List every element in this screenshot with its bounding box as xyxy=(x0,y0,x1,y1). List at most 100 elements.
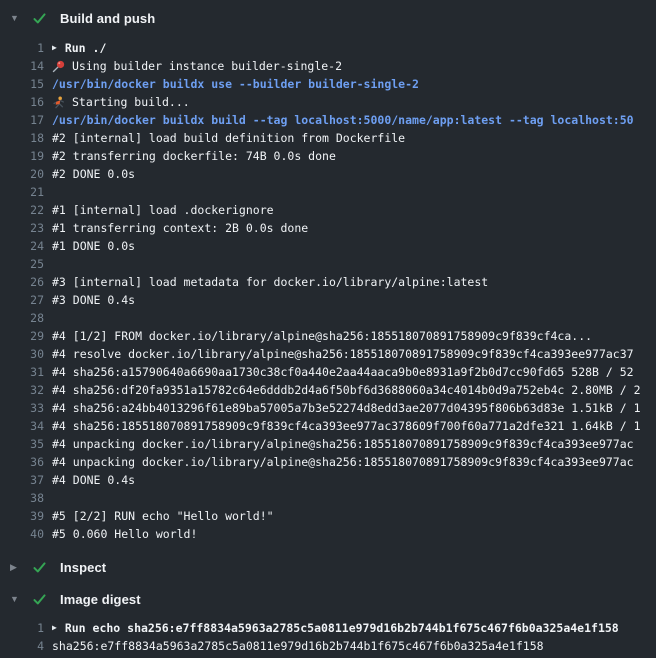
pushpin-icon xyxy=(52,60,65,73)
line-number[interactable]: 32 xyxy=(0,383,44,397)
line-number[interactable]: 1 xyxy=(0,41,44,55)
line-content: ▶ Run ./ xyxy=(52,39,106,57)
expander-triangle-icon[interactable]: ▶ xyxy=(52,624,57,632)
line-number[interactable]: 20 xyxy=(0,167,44,181)
log-line: 21 xyxy=(0,183,656,201)
line-content: sha256:e7ff8834a5963a2785c5a0811e979d16b… xyxy=(52,637,544,655)
log-line: 16 Starting build... xyxy=(0,93,656,111)
line-number[interactable]: 27 xyxy=(0,293,44,307)
section-header[interactable]: ▶ Inspect xyxy=(0,555,656,579)
line-text: #1 transferring context: 2B 0.0s done xyxy=(52,221,308,235)
log-line: 39 #5 [2/2] RUN echo "Hello world!" xyxy=(0,507,656,525)
line-number[interactable]: 18 xyxy=(0,131,44,145)
line-text: #4 sha256:a24bb4013296f61e89ba57005a7b3e… xyxy=(52,401,641,415)
line-number[interactable]: 16 xyxy=(0,95,44,109)
line-number[interactable]: 17 xyxy=(0,113,44,127)
line-content: #4 DONE 0.4s xyxy=(52,471,135,489)
actions-log-viewer: { "colors": { "background": "#24292f", "… xyxy=(0,0,656,658)
log-line: 18 #2 [internal] load build definition f… xyxy=(0,129,656,147)
line-content: #4 sha256:a24bb4013296f61e89ba57005a7b3e… xyxy=(52,399,641,417)
line-number[interactable]: 19 xyxy=(0,149,44,163)
log-line: 32 #4 sha256:df20fa9351a15782c64e6dddb2d… xyxy=(0,381,656,399)
log-group-line[interactable]: 1 ▶ Run echo sha256:e7ff8834a5963a2785c5… xyxy=(0,619,656,637)
line-text: #4 sha256:185518070891758909c9f839cf4ca3… xyxy=(52,419,641,433)
line-text: #4 sha256:a15790640a6690aa1730c38cf0a440… xyxy=(52,365,634,379)
line-text: #5 [2/2] RUN echo "Hello world!" xyxy=(52,509,274,523)
line-number[interactable]: 35 xyxy=(0,437,44,451)
log-section: ▼ Image digest 1 ▶ Run echo sha256:e7ff8… xyxy=(0,587,656,658)
line-number[interactable]: 36 xyxy=(0,455,44,469)
log-line: 31 #4 sha256:a15790640a6690aa1730c38cf0a… xyxy=(0,363,656,381)
line-number[interactable]: 15 xyxy=(0,77,44,91)
log-line: 33 #4 sha256:a24bb4013296f61e89ba57005a7… xyxy=(0,399,656,417)
chevron-down-icon[interactable]: ▼ xyxy=(10,595,32,604)
line-number[interactable]: 39 xyxy=(0,509,44,523)
line-content: #5 [2/2] RUN echo "Hello world!" xyxy=(52,507,274,525)
section-header[interactable]: ▼ Image digest xyxy=(0,587,656,611)
log-line: 4 sha256:e7ff8834a5963a2785c5a0811e979d1… xyxy=(0,637,656,655)
line-number[interactable]: 26 xyxy=(0,275,44,289)
runner-icon xyxy=(52,96,65,109)
chevron-right-icon[interactable]: ▶ xyxy=(10,563,32,572)
line-content: #3 DONE 0.4s xyxy=(52,291,135,309)
expander-triangle-icon[interactable]: ▶ xyxy=(52,44,57,52)
line-text: /usr/bin/docker buildx build --tag local… xyxy=(52,113,634,127)
chevron-down-icon[interactable]: ▼ xyxy=(10,14,32,23)
line-number[interactable]: 22 xyxy=(0,203,44,217)
line-number[interactable]: 30 xyxy=(0,347,44,361)
line-number[interactable]: 33 xyxy=(0,401,44,415)
section-log-lines: 1 ▶ Run echo sha256:e7ff8834a5963a2785c5… xyxy=(0,611,656,658)
line-text: #1 [internal] load .dockerignore xyxy=(52,203,274,217)
line-content: #4 sha256:185518070891758909c9f839cf4ca3… xyxy=(52,417,641,435)
line-text: /usr/bin/docker buildx use --builder bui… xyxy=(52,77,419,91)
line-number[interactable]: 23 xyxy=(0,221,44,235)
section-log-lines: 1 ▶ Run ./ 14 Using builder instance bui… xyxy=(0,30,656,549)
log-line: 30 #4 resolve docker.io/library/alpine@s… xyxy=(0,345,656,363)
line-number[interactable]: 29 xyxy=(0,329,44,343)
line-text: sha256:e7ff8834a5963a2785c5a0811e979d16b… xyxy=(52,639,544,653)
line-number[interactable]: 1 xyxy=(0,621,44,635)
log-line: 29 #4 [1/2] FROM docker.io/library/alpin… xyxy=(0,327,656,345)
line-content: /usr/bin/docker buildx build --tag local… xyxy=(52,111,634,129)
line-text: #3 [internal] load metadata for docker.i… xyxy=(52,275,488,289)
check-icon xyxy=(32,560,47,575)
section-title: Build and push xyxy=(60,11,155,26)
line-content: #1 transferring context: 2B 0.0s done xyxy=(52,219,308,237)
log-line: 27 #3 DONE 0.4s xyxy=(0,291,656,309)
line-content: #4 sha256:a15790640a6690aa1730c38cf0a440… xyxy=(52,363,634,381)
line-content: #1 [internal] load .dockerignore xyxy=(52,201,274,219)
line-number[interactable]: 38 xyxy=(0,491,44,505)
line-content: #3 [internal] load metadata for docker.i… xyxy=(52,273,488,291)
line-number[interactable]: 4 xyxy=(0,639,44,653)
line-number[interactable]: 25 xyxy=(0,257,44,271)
line-text: #2 DONE 0.0s xyxy=(52,167,135,181)
log-group-line[interactable]: 1 ▶ Run ./ xyxy=(0,39,656,57)
line-number[interactable]: 14 xyxy=(0,59,44,73)
line-number[interactable]: 40 xyxy=(0,527,44,541)
line-content: Starting build... xyxy=(52,93,190,111)
line-content: #4 unpacking docker.io/library/alpine@sh… xyxy=(52,435,634,453)
line-text: #4 DONE 0.4s xyxy=(52,473,135,487)
line-text: Run echo sha256:e7ff8834a5963a2785c5a081… xyxy=(65,621,619,635)
log-line: 20 #2 DONE 0.0s xyxy=(0,165,656,183)
line-text: Run ./ xyxy=(65,41,107,55)
line-content: #4 sha256:df20fa9351a15782c64e6dddb2d4a6… xyxy=(52,381,641,399)
line-content: #2 transferring dockerfile: 74B 0.0s don… xyxy=(52,147,336,165)
line-number[interactable]: 31 xyxy=(0,365,44,379)
line-content: #4 [1/2] FROM docker.io/library/alpine@s… xyxy=(52,327,592,345)
line-text: #2 [internal] load build definition from… xyxy=(52,131,405,145)
section-header[interactable]: ▼ Build and push xyxy=(0,6,656,30)
line-number[interactable]: 34 xyxy=(0,419,44,433)
line-content: ▶ Run echo sha256:e7ff8834a5963a2785c5a0… xyxy=(52,619,619,637)
line-content: #1 DONE 0.0s xyxy=(52,237,135,255)
line-number[interactable]: 24 xyxy=(0,239,44,253)
log-line: 15 /usr/bin/docker buildx use --builder … xyxy=(0,75,656,93)
line-number[interactable]: 28 xyxy=(0,311,44,325)
line-content: Using builder instance builder-single-2 xyxy=(52,57,342,75)
line-number[interactable]: 37 xyxy=(0,473,44,487)
line-text: #2 transferring dockerfile: 74B 0.0s don… xyxy=(52,149,336,163)
log-line: 19 #2 transferring dockerfile: 74B 0.0s … xyxy=(0,147,656,165)
line-content: #4 unpacking docker.io/library/alpine@sh… xyxy=(52,453,634,471)
line-number[interactable]: 21 xyxy=(0,185,44,199)
section-title: Image digest xyxy=(60,592,141,607)
